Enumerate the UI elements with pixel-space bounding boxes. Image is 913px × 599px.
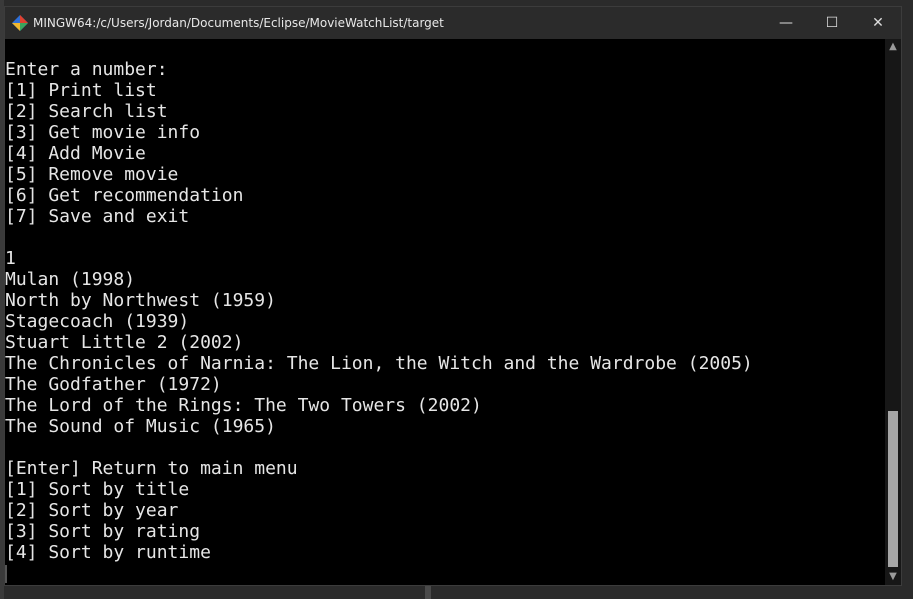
terminal-line: [3] Get movie info	[5, 122, 201, 143]
terminal-line: Stagecoach (1939)	[5, 311, 190, 332]
terminal-line: The Lord of the Rings: The Two Towers (2…	[5, 395, 482, 416]
terminal-line: North by Northwest (1959)	[5, 290, 276, 311]
background-divider	[425, 586, 431, 599]
terminal-line: [7] Save and exit	[5, 206, 190, 227]
terminal-line: [4] Add Movie	[5, 143, 146, 164]
terminal-line: [2] Search list	[5, 101, 168, 122]
title-bar[interactable]: MINGW64:/c/Users/Jordan/Documents/Eclips…	[5, 7, 901, 39]
scroll-up-icon[interactable]: ▲	[885, 39, 901, 55]
terminal-line: The Godfather (1972)	[5, 374, 222, 395]
terminal-line: Mulan (1998)	[5, 269, 136, 290]
close-button[interactable]: ✕	[855, 7, 901, 39]
terminal-line: [3] Sort by rating	[5, 521, 201, 542]
terminal-line: Stuart Little 2 (2002)	[5, 332, 244, 353]
terminal-line: [1] Print list	[5, 80, 157, 101]
text-cursor	[5, 565, 7, 583]
window-title: MINGW64:/c/Users/Jordan/Documents/Eclips…	[33, 16, 444, 30]
terminal-line: [2] Sort by year	[5, 500, 179, 521]
scroll-down-icon[interactable]: ▼	[885, 569, 901, 585]
maximize-button[interactable]: ☐	[809, 7, 855, 39]
vertical-scrollbar[interactable]: ▲ ▼	[885, 39, 901, 585]
minimize-button[interactable]: —	[763, 7, 809, 39]
terminal-line: [Enter] Return to main menu	[5, 458, 298, 479]
terminal-line: [1] Sort by title	[5, 479, 190, 500]
terminal-window: MINGW64:/c/Users/Jordan/Documents/Eclips…	[4, 6, 902, 586]
terminal-line: 1	[5, 248, 16, 269]
terminal-line: The Chronicles of Narnia: The Lion, the …	[5, 353, 753, 374]
terminal-output[interactable]: Enter a number: [1] Print list [2] Search …	[5, 39, 887, 585]
terminal-line: [6] Get recommendation	[5, 185, 244, 206]
terminal-line: [5] Remove movie	[5, 164, 179, 185]
terminal-line: [4] Sort by runtime	[5, 542, 211, 563]
terminal-line: Enter a number:	[5, 59, 168, 80]
mingw-icon	[12, 15, 28, 31]
terminal-line: The Sound of Music (1965)	[5, 416, 276, 437]
scrollbar-thumb[interactable]	[888, 411, 898, 567]
